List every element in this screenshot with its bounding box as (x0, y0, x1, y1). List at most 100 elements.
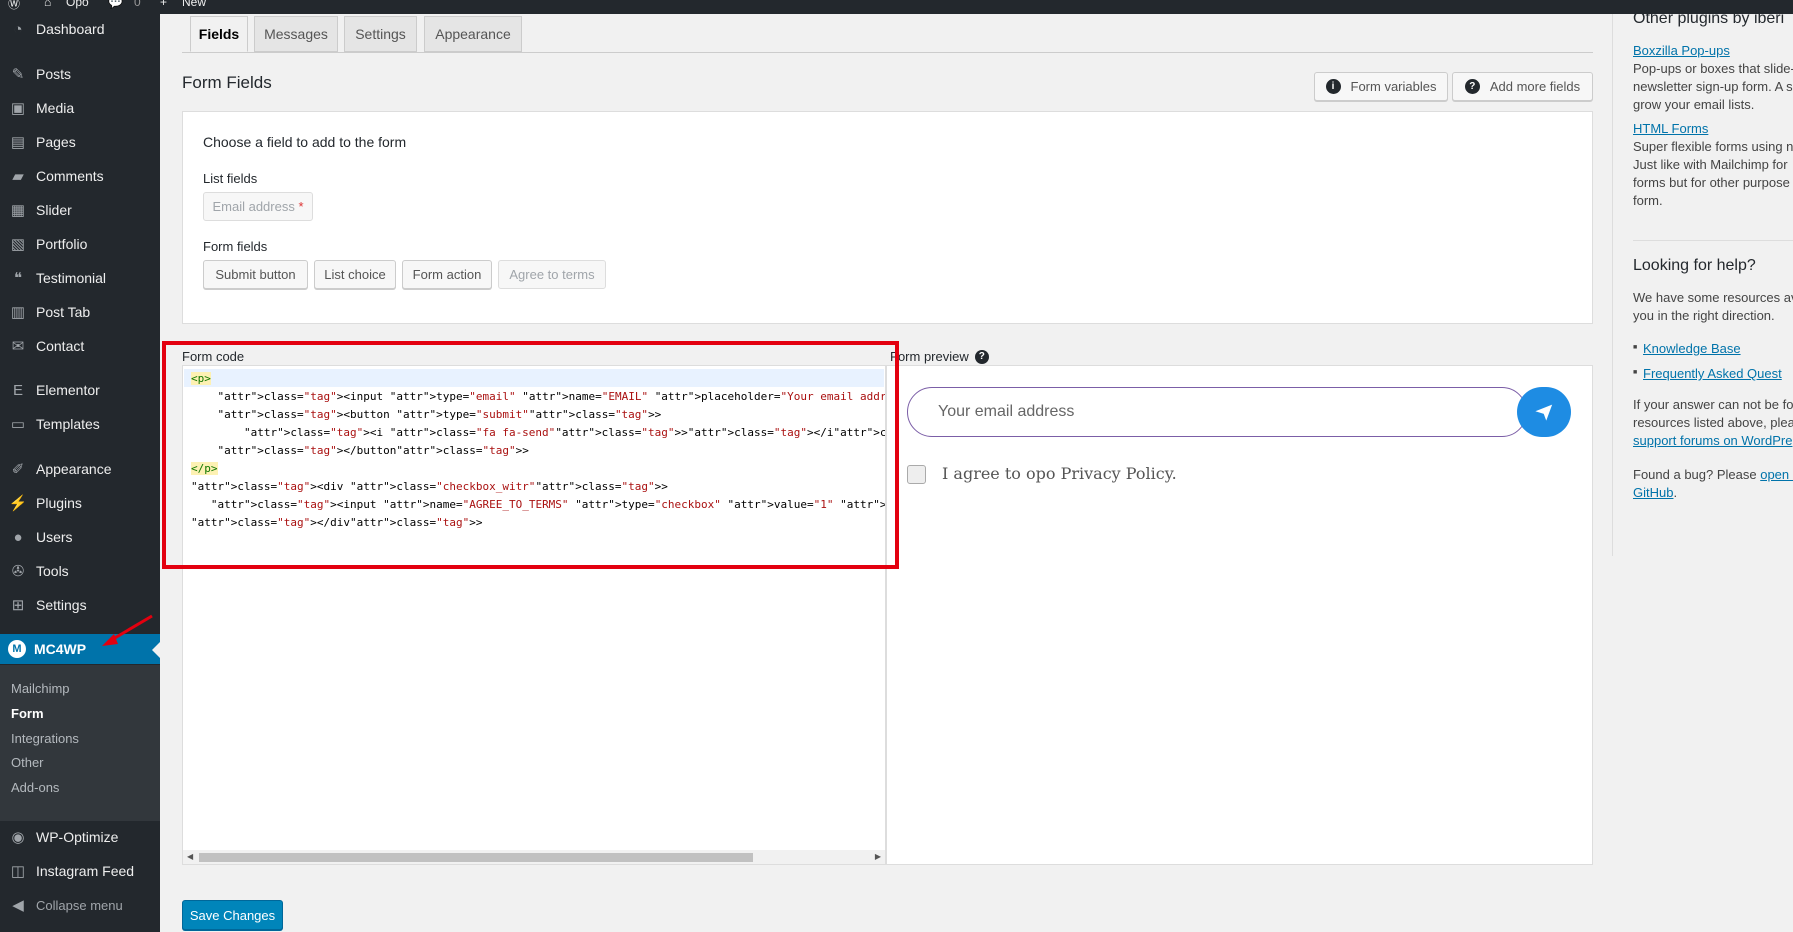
sidebar-item-testimonial[interactable]: ❝ Testimonial (0, 263, 160, 293)
plus-icon[interactable]: + (160, 0, 167, 9)
sidebar-item-dashboard[interactable]: ◔ Dashboard (0, 14, 160, 44)
sidebar-item-contact[interactable]: ✉ Contact (0, 331, 160, 361)
submit-button-field-button[interactable]: Submit button (203, 260, 308, 289)
testimonial-icon: ❝ (13, 270, 23, 287)
comments-count[interactable]: 0 (134, 0, 141, 9)
sidebar-item-slider[interactable]: ▦ Slider (0, 195, 160, 225)
boxzilla-section: Boxzilla Pop-ups Pop-ups or boxes that s… (1633, 42, 1793, 114)
sidebar-item-label: Collapse menu (36, 897, 123, 913)
submenu-form[interactable]: Form (11, 706, 44, 721)
html-forms-desc: Just like with Mailchimp for (1633, 157, 1788, 172)
sidebar-item-plugins[interactable]: ⚡ Plugins (0, 488, 160, 518)
boxzilla-desc: grow your email lists. (1633, 97, 1755, 112)
faq-link[interactable]: Frequently Asked Quest (1633, 366, 1782, 381)
home-icon[interactable]: ⌂ (44, 0, 51, 9)
tab-appearance[interactable]: Appearance (424, 16, 522, 52)
sidebar-item-label: Users (36, 529, 73, 545)
right-divider (1633, 240, 1793, 241)
sidebar-item-label: Dashboard (36, 21, 105, 37)
submenu-add-ons[interactable]: Add-ons (11, 780, 59, 795)
media-icon: ▣ (10, 100, 26, 117)
sidebar-item-wp-optimize[interactable]: ◉ WP-Optimize (0, 822, 160, 852)
support-forums-link[interactable]: support forums on WordPre (1633, 433, 1792, 448)
sidebar-item-label: Comments (36, 168, 104, 184)
help-desc-line: We have some resources av (1633, 290, 1793, 305)
form-variables-button[interactable]: i Form variables (1314, 72, 1448, 101)
github-link[interactable]: GitHub (1633, 485, 1673, 500)
save-changes-button[interactable]: Save Changes (182, 900, 283, 930)
html-forms-link[interactable]: HTML Forms (1633, 121, 1708, 136)
preview-agree-checkbox[interactable] (907, 465, 926, 484)
sidebar-item-label: Tools (36, 563, 69, 579)
sidebar-item-comments[interactable]: ▰ Comments (0, 161, 160, 191)
form-preview-panel: Your email address I agree to opo Privac… (886, 365, 1593, 865)
agree-to-terms-field-button[interactable]: Agree to terms (498, 260, 606, 289)
open-issue-link[interactable]: open a (1760, 467, 1793, 482)
brush-icon: ✐ (11, 461, 25, 478)
html-forms-desc: forms but for other purpose (1633, 175, 1790, 190)
tab-messages[interactable]: Messages (254, 16, 338, 52)
page-icon: ▤ (10, 134, 26, 151)
boxzilla-link[interactable]: Boxzilla Pop-ups (1633, 43, 1730, 58)
submenu-other[interactable]: Other (11, 755, 44, 770)
sidebar-item-media[interactable]: ▣ Media (0, 93, 160, 123)
submenu-integrations[interactable]: Integrations (11, 731, 79, 746)
form-variables-label: Form variables (1350, 79, 1437, 94)
sidebar-item-label: Posts (36, 66, 72, 82)
tab-fields[interactable]: Fields (190, 16, 248, 52)
sidebar-item-label: MC4WP (34, 641, 87, 657)
answer-text: If your answer can not be fo resources l… (1633, 396, 1793, 450)
other-plugins-heading: Other plugins by iberi (1633, 10, 1785, 27)
knowledge-base-link[interactable]: Knowledge Base (1633, 341, 1741, 356)
collapse-icon: ◀ (12, 897, 24, 914)
scroll-left-icon[interactable]: ◀ (187, 852, 193, 861)
email-address-field-button[interactable]: Email address * (203, 192, 313, 221)
sidebar-item-label: Post Tab (36, 304, 91, 320)
wrench-icon: ✇ (11, 563, 25, 580)
bug-text: Found a bug? Please open a GitHub. (1633, 466, 1793, 502)
sidebar-item-tools[interactable]: ✇ Tools (0, 556, 160, 586)
sidebar-item-posts[interactable]: ✎ Posts (0, 59, 160, 89)
html-forms-desc: Super flexible forms using n (1633, 139, 1793, 154)
admin-bar: Ⓦ ⌂ Opo 💬 0 + New (0, 0, 1793, 14)
new-link[interactable]: New (182, 0, 206, 9)
sidebar-item-collapse-menu[interactable]: ◀ Collapse menu (0, 890, 160, 920)
sidebar-item-label: Plugins (36, 495, 82, 511)
site-name-link[interactable]: Opo (66, 0, 89, 9)
form-fields-label: Form fields (203, 239, 268, 254)
elementor-icon: Ε (12, 381, 23, 399)
sidebar-item-label: Settings (36, 597, 87, 613)
sidebar-item-users[interactable]: ● Users (0, 522, 160, 552)
post-tab-icon: ▥ (10, 304, 26, 321)
sidebar-item-instagram-feed[interactable]: ◫ Instagram Feed (0, 856, 160, 886)
sidebar-item-templates[interactable]: ▭ Templates (0, 409, 160, 439)
sidebar-item-post-tab[interactable]: ▥ Post Tab (0, 297, 160, 327)
form-action-field-button[interactable]: Form action (402, 260, 492, 289)
field-chooser-panel: Choose a field to add to the form List f… (182, 111, 1593, 324)
tab-settings[interactable]: Settings (344, 16, 417, 52)
sidebar-item-label: Portfolio (36, 236, 88, 252)
preview-email-input[interactable]: Your email address (907, 387, 1527, 437)
list-fields-label: List fields (203, 171, 258, 186)
sidebar-item-appearance[interactable]: ✐ Appearance (0, 454, 160, 484)
help-icon[interactable]: ? (974, 349, 989, 364)
horizontal-scrollbar[interactable]: ◀ ▶ (183, 850, 885, 864)
list-choice-field-button[interactable]: List choice (314, 260, 396, 289)
help-heading: Looking for help? (1633, 257, 1756, 274)
red-arrow-annotation (102, 614, 153, 646)
comment-bubble-icon[interactable]: 💬 (108, 0, 123, 9)
sidebar-item-portfolio[interactable]: ▧ Portfolio (0, 229, 160, 259)
sidebar-item-label: Pages (36, 134, 76, 150)
scrollbar-thumb[interactable] (199, 853, 753, 862)
info-icon: i (1325, 79, 1341, 94)
preview-send-button[interactable] (1517, 387, 1571, 437)
wordpress-logo-icon[interactable]: Ⓦ (8, 0, 20, 12)
add-more-fields-button[interactable]: ? Add more fields (1452, 72, 1593, 101)
submenu-mailchimp[interactable]: Mailchimp (11, 681, 70, 696)
sidebar-item-pages[interactable]: ▤ Pages (0, 127, 160, 157)
sidebar-item-elementor[interactable]: Ε Elementor (0, 375, 160, 405)
slider-icon: ▦ (10, 202, 26, 219)
add-more-fields-label: Add more fields (1489, 79, 1581, 94)
scroll-right-icon[interactable]: ▶ (875, 852, 881, 861)
bug-text-label: Found a bug? Please (1633, 467, 1761, 482)
